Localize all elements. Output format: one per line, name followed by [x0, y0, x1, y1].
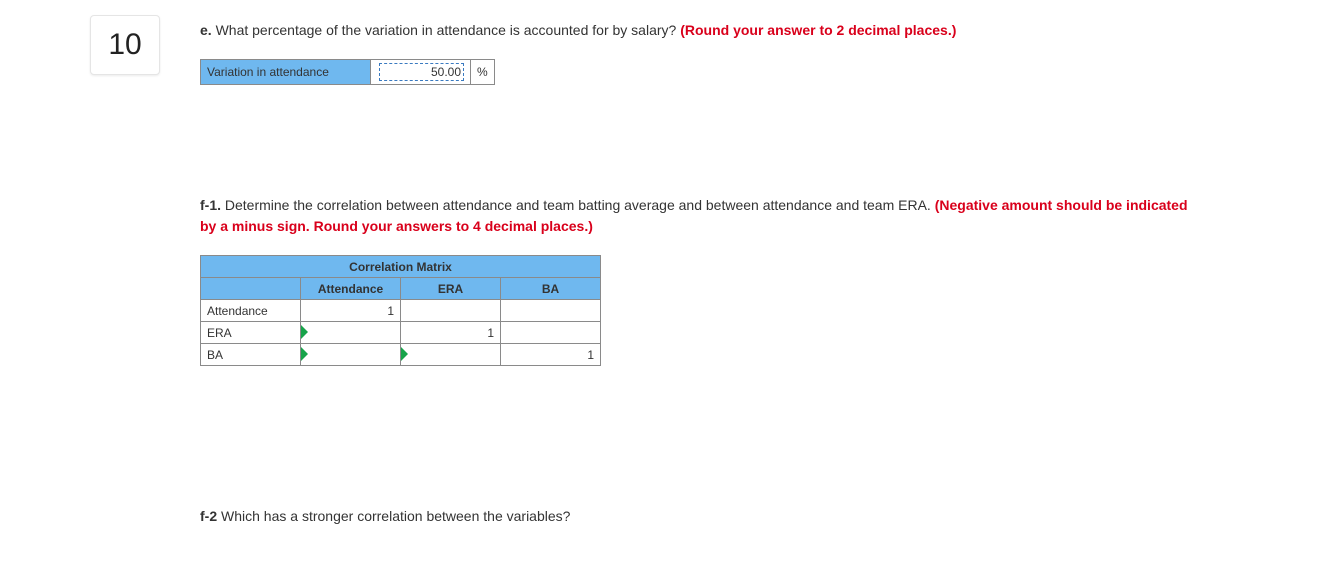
variation-table: Variation in attendance 50.00 %: [200, 59, 495, 85]
cm-row-attendance: Attendance: [201, 300, 301, 322]
cm-era-att-input[interactable]: [301, 322, 401, 344]
cm-ba-era-input[interactable]: [401, 344, 501, 366]
part-e-section: e. What percentage of the variation in a…: [200, 20, 1200, 85]
variation-row-label: Variation in attendance: [201, 60, 371, 85]
part-f2-prompt: f-2 Which has a stronger correlation bet…: [200, 506, 1200, 527]
cm-corner: [201, 278, 301, 300]
question-number-badge: 10: [90, 15, 160, 75]
cm-col-ba: BA: [501, 278, 601, 300]
part-f1-label: f-1.: [200, 197, 221, 213]
part-f1-section: f-1. Determine the correlation between a…: [200, 195, 1200, 366]
part-f2-section: f-2 Which has a stronger correlation bet…: [200, 506, 1200, 527]
cm-era-era: 1: [401, 322, 501, 344]
variation-value: 50.00: [379, 63, 464, 81]
cm-col-era: ERA: [401, 278, 501, 300]
part-e-text: What percentage of the variation in atte…: [216, 22, 681, 38]
cm-era-ba: [501, 322, 601, 344]
cm-att-ba: [501, 300, 601, 322]
part-f1-text: Determine the correlation between attend…: [225, 197, 935, 213]
cm-row-ba: BA: [201, 344, 301, 366]
part-e-hint: (Round your answer to 2 decimal places.): [680, 22, 956, 38]
part-f2-label: f-2: [200, 508, 217, 524]
correlation-matrix-table: Correlation Matrix Attendance ERA BA Att…: [200, 255, 601, 366]
part-f1-prompt: f-1. Determine the correlation between a…: [200, 195, 1200, 237]
variation-value-cell[interactable]: 50.00: [371, 60, 471, 85]
part-f2-text: Which has a stronger correlation between…: [221, 508, 570, 524]
cm-row-era: ERA: [201, 322, 301, 344]
part-e-prompt: e. What percentage of the variation in a…: [200, 20, 1200, 41]
correlation-matrix-title: Correlation Matrix: [201, 256, 601, 278]
question-content: e. What percentage of the variation in a…: [200, 20, 1200, 545]
cm-ba-att-input[interactable]: [301, 344, 401, 366]
cm-ba-ba: 1: [501, 344, 601, 366]
variation-unit: %: [471, 60, 495, 85]
cm-col-attendance: Attendance: [301, 278, 401, 300]
part-e-label: e.: [200, 22, 212, 38]
cm-att-era: [401, 300, 501, 322]
cm-att-att: 1: [301, 300, 401, 322]
